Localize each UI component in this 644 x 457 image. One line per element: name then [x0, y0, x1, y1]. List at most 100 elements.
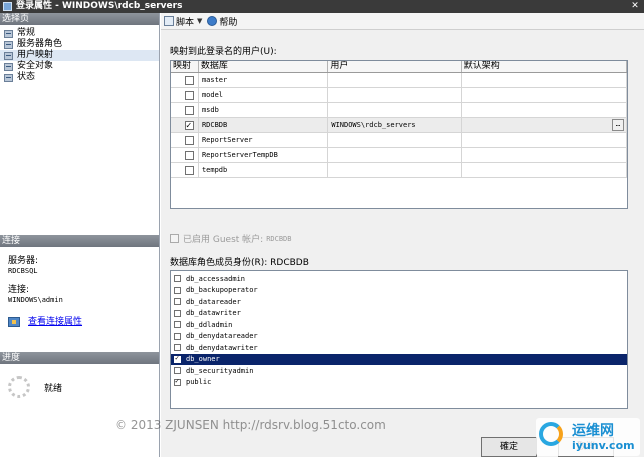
- database-cell: ReportServerTempDB: [199, 148, 329, 162]
- user-cell[interactable]: [328, 163, 462, 177]
- role-checkbox[interactable]: [174, 377, 181, 386]
- close-icon[interactable]: ✕: [628, 1, 642, 12]
- map-cell: [171, 163, 199, 177]
- map-checkbox[interactable]: [185, 165, 194, 175]
- list-item[interactable]: db_backupoperator: [171, 285, 627, 297]
- progress-header: 进度: [0, 352, 159, 364]
- map-checkbox[interactable]: [185, 75, 194, 85]
- role-checkbox[interactable]: [174, 332, 181, 340]
- role-checkbox[interactable]: [174, 286, 181, 294]
- column-header-user[interactable]: 用户: [328, 61, 462, 72]
- select-page-header: 选择页: [0, 13, 159, 25]
- role-name: db_denydatareader: [186, 332, 258, 341]
- default-schema-cell[interactable]: …: [462, 118, 627, 132]
- table-row[interactable]: ReportServerTempDB: [171, 148, 627, 163]
- role-name: public: [186, 378, 212, 387]
- table-row[interactable]: msdb: [171, 103, 627, 118]
- user-cell[interactable]: [328, 133, 462, 147]
- role-name: db_owner: [186, 355, 220, 364]
- table-row[interactable]: model: [171, 88, 627, 103]
- map-cell: [171, 103, 199, 117]
- role-checkbox[interactable]: [174, 298, 181, 306]
- map-checkbox[interactable]: [185, 119, 194, 132]
- ok-button[interactable]: 確定: [481, 437, 537, 457]
- list-item[interactable]: db_datawriter: [171, 308, 627, 320]
- script-button[interactable]: 脚本 ▼: [164, 15, 202, 28]
- role-checkbox[interactable]: [174, 367, 181, 375]
- role-name: db_securityadmin: [186, 366, 254, 375]
- browse-schema-button[interactable]: …: [612, 119, 624, 131]
- map-checkbox[interactable]: [185, 105, 194, 115]
- list-item[interactable]: db_denydatawriter: [171, 342, 627, 354]
- chevron-down-icon[interactable]: ▼: [197, 17, 202, 25]
- column-header-map[interactable]: 映射: [171, 61, 199, 72]
- watermark-text: © 2013 ZJUNSEN http://rdsrv.blog.51cto.c…: [115, 418, 386, 432]
- connection-panel: 服务器: RDCBSQL 连接: WINDOWS\admin 查看连接属性: [0, 247, 159, 352]
- sidebar-item[interactable]: 用户映射: [0, 50, 159, 61]
- role-checkbox[interactable]: [174, 321, 181, 329]
- table-row[interactable]: tempdb: [171, 163, 627, 178]
- role-checkbox[interactable]: [174, 275, 181, 283]
- watermark-logo-bottom: iyunv.com: [572, 439, 635, 452]
- user-cell[interactable]: [328, 148, 462, 162]
- role-checkbox[interactable]: [174, 309, 181, 317]
- guest-account-label: 已启用 Guest 帐户:: [183, 235, 264, 245]
- page-list: 常规 服务器角色 用户映射 安全对象 状态: [0, 25, 159, 235]
- connection-value: WINDOWS\admin: [8, 296, 63, 304]
- column-header-default-schema[interactable]: 默认架构: [462, 61, 627, 72]
- list-item[interactable]: db_accessadmin: [171, 273, 627, 285]
- script-icon: [164, 16, 174, 26]
- sidebar-item-label: 服务器角色: [17, 39, 63, 49]
- page-icon: [4, 62, 13, 71]
- role-membership-label: 数据库角色成员身份(R): RDCBDB: [170, 258, 309, 268]
- guest-account-checkbox: [170, 234, 179, 243]
- list-item[interactable]: db_datareader: [171, 296, 627, 308]
- role-name: db_accessadmin: [186, 274, 246, 283]
- role-membership-list: db_accessadmin db_backupoperator db_datare…: [170, 270, 628, 409]
- default-schema-cell[interactable]: [462, 163, 627, 177]
- role-name: db_ddladmin: [186, 320, 233, 329]
- table-row[interactable]: master: [171, 73, 627, 88]
- list-item[interactable]: db_owner: [171, 353, 627, 365]
- map-checkbox[interactable]: [185, 150, 194, 160]
- map-checkbox[interactable]: [185, 90, 194, 100]
- guest-account-option: 已启用 Guest 帐户: RDCBDB: [170, 232, 291, 245]
- list-item[interactable]: public: [171, 377, 627, 389]
- default-schema-cell[interactable]: [462, 103, 627, 117]
- table-row[interactable]: RDCBDBWINDOWS\rdcb_servers…: [171, 118, 627, 133]
- sidebar-item-label: 用户映射: [17, 50, 54, 60]
- map-checkbox[interactable]: [185, 135, 194, 145]
- table-row[interactable]: ReportServer: [171, 133, 627, 148]
- list-item[interactable]: db_ddladmin: [171, 319, 627, 331]
- user-cell[interactable]: [328, 103, 462, 117]
- default-schema-cell[interactable]: [462, 73, 627, 87]
- page-icon: [4, 40, 13, 49]
- column-header-database[interactable]: 数据库: [199, 61, 329, 72]
- default-schema-cell[interactable]: [462, 133, 627, 147]
- role-checkbox[interactable]: [174, 354, 181, 363]
- user-cell[interactable]: [328, 88, 462, 102]
- guest-account-db: RDCBDB: [266, 234, 292, 243]
- view-connection-properties-label[interactable]: 查看连接属性: [28, 317, 82, 327]
- sidebar-item[interactable]: 服务器角色: [0, 39, 159, 50]
- table-header: 映射 数据库 用户 默认架构: [171, 61, 627, 73]
- sidebar-item[interactable]: 状态: [0, 72, 159, 83]
- sidebar-item[interactable]: 常规: [0, 28, 159, 39]
- map-cell: [171, 118, 199, 132]
- user-cell[interactable]: WINDOWS\rdcb_servers: [328, 118, 462, 132]
- window-title: 登录属性 - WINDOWS\rdcb_servers: [16, 1, 183, 11]
- default-schema-cell[interactable]: [462, 88, 627, 102]
- user-cell[interactable]: [328, 73, 462, 87]
- database-cell: master: [199, 73, 329, 87]
- sidebar-item[interactable]: 安全对象: [0, 61, 159, 72]
- map-cell: [171, 73, 199, 87]
- database-cell: model: [199, 88, 329, 102]
- list-item[interactable]: db_securityadmin: [171, 365, 627, 377]
- view-connection-properties-link[interactable]: 查看连接属性: [8, 317, 159, 327]
- help-button[interactable]: 帮助: [207, 15, 237, 28]
- default-schema-cell[interactable]: [462, 148, 627, 162]
- list-item[interactable]: db_denydatareader: [171, 331, 627, 343]
- page-icon: [4, 51, 13, 60]
- role-checkbox[interactable]: [174, 344, 181, 352]
- role-name: db_datawriter: [186, 309, 241, 318]
